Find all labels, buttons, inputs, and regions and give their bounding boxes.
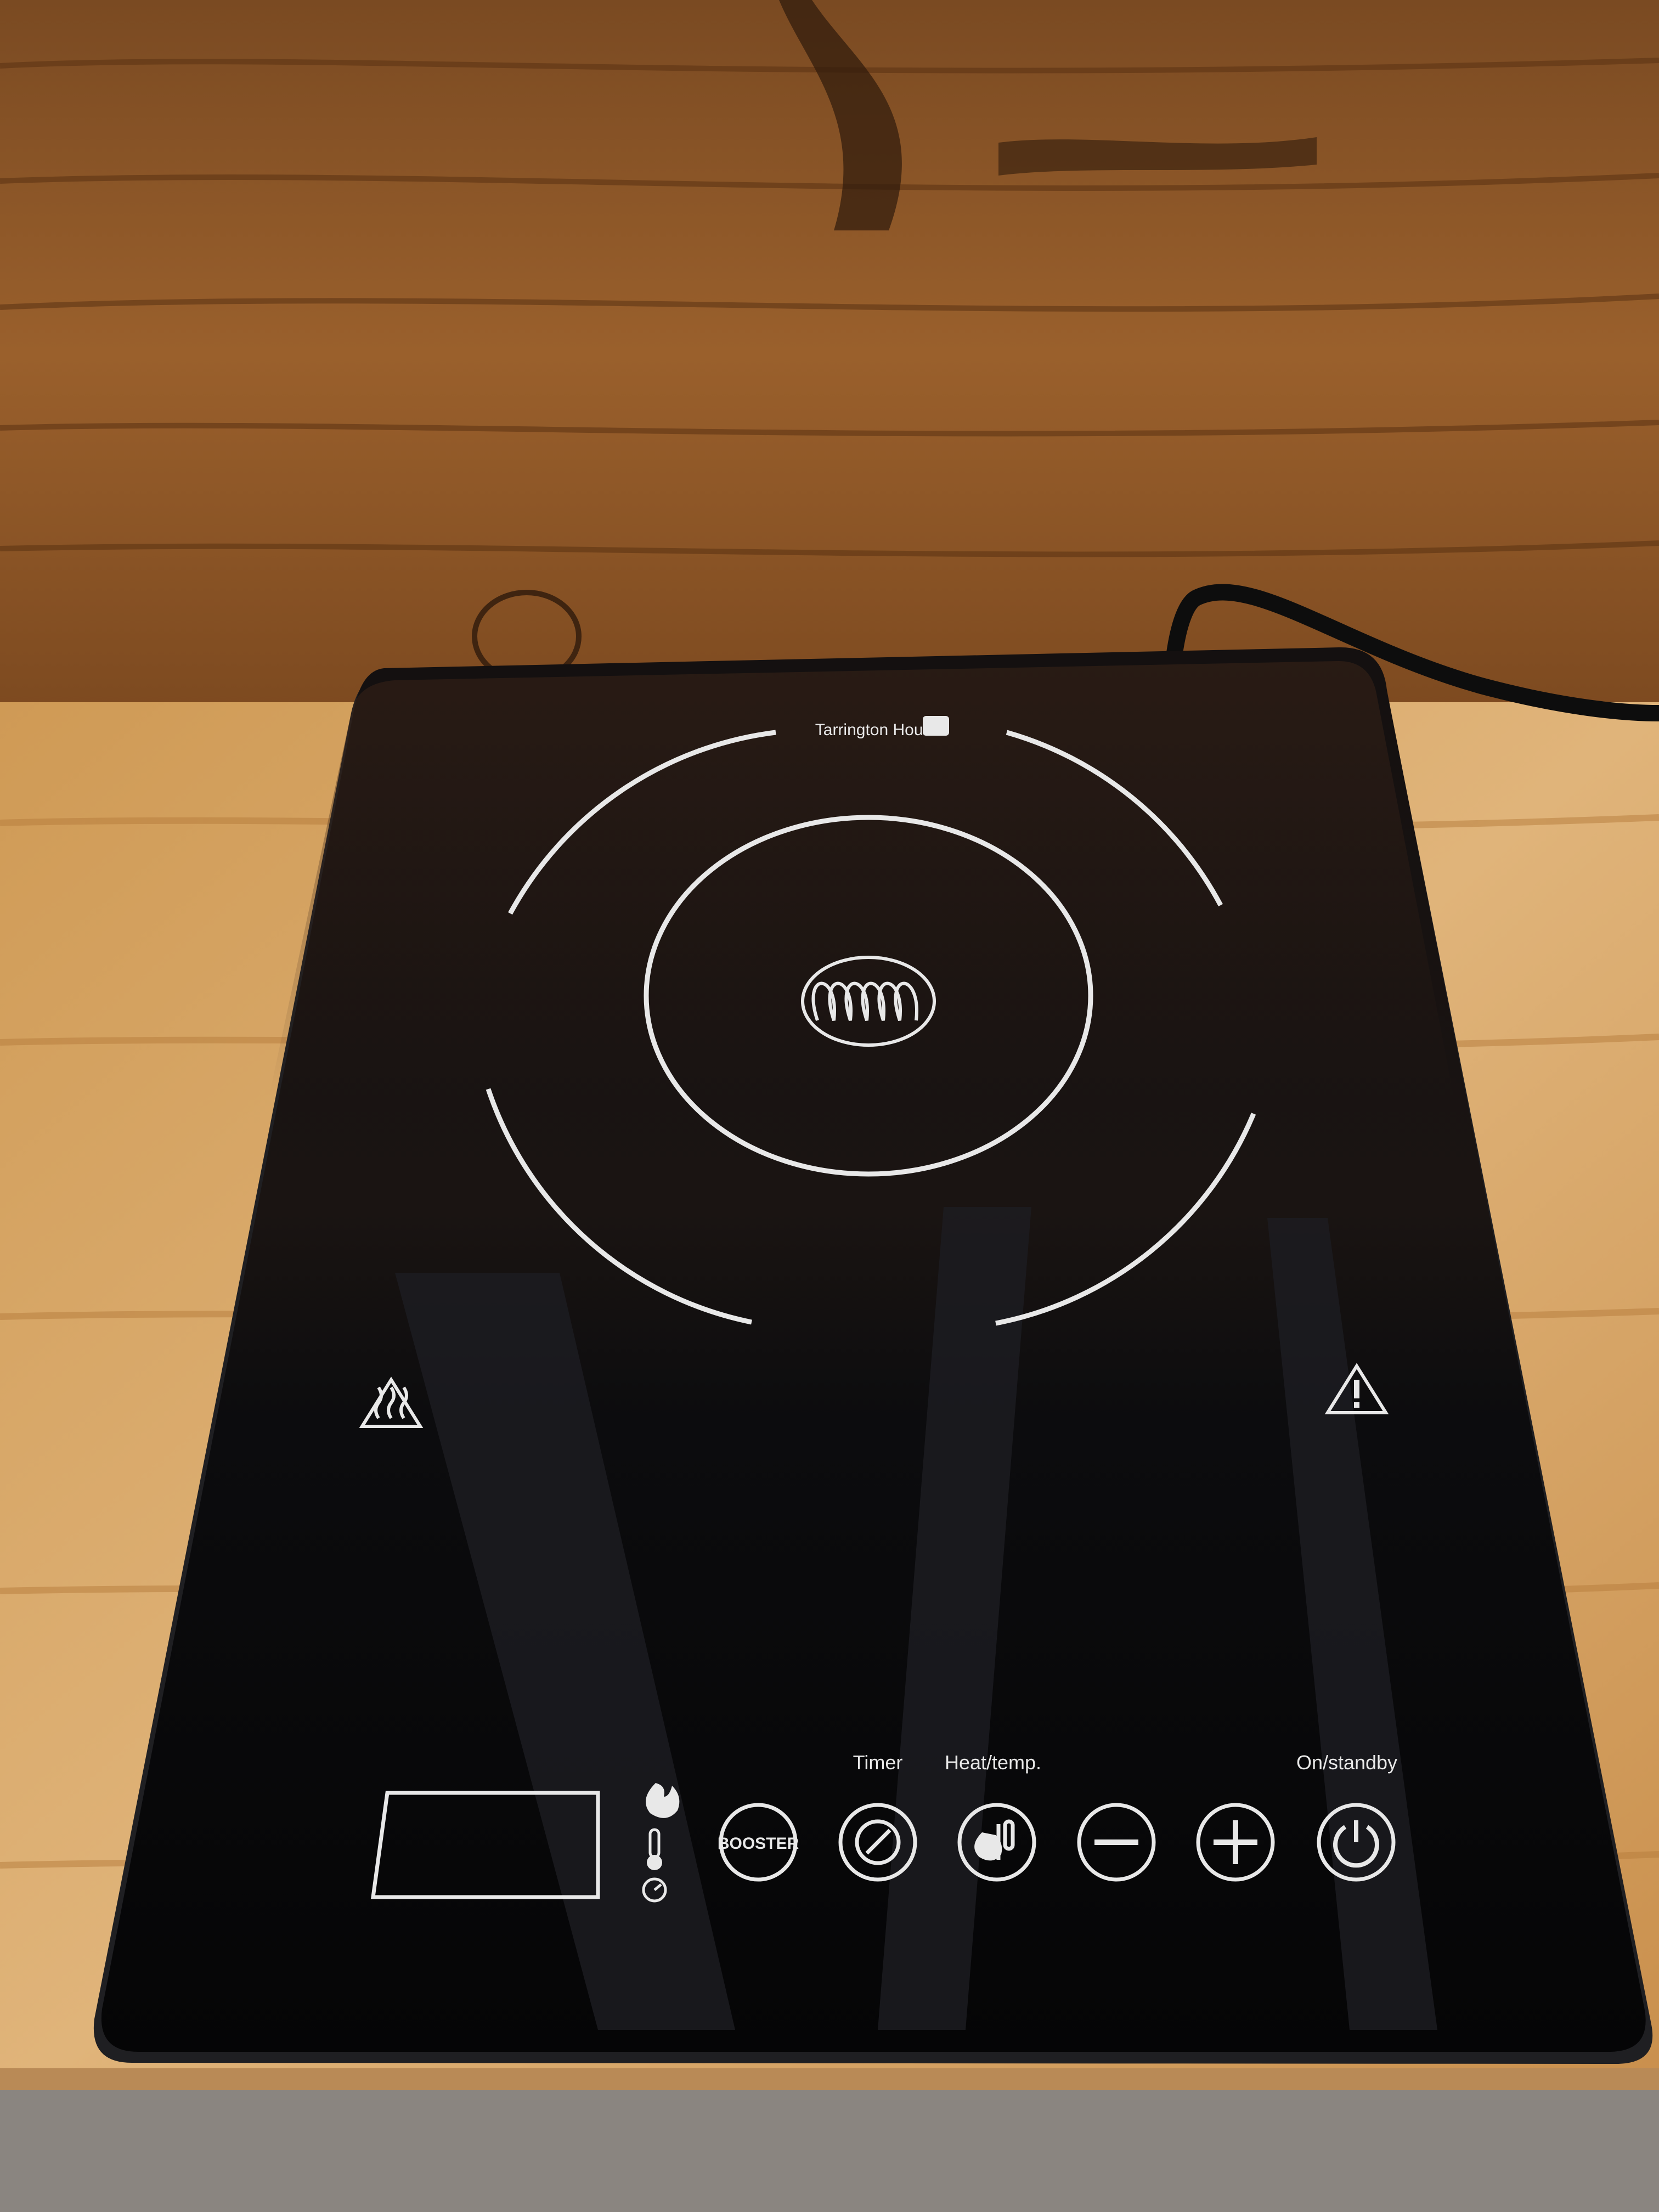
heat-temp-label: Heat/temp. xyxy=(945,1751,1041,1774)
floor xyxy=(0,2085,1659,2212)
brand-name: Tarrington House xyxy=(815,721,940,739)
wood-wall xyxy=(0,0,1659,708)
photo-scene: Tarrington House Timer Heat/temp. On/sta… xyxy=(0,0,1659,2212)
induction-cooktop: Tarrington House Timer Heat/temp. On/sta… xyxy=(93,647,1653,2064)
on-standby-label: On/standby xyxy=(1296,1751,1397,1774)
brand-logo-icon xyxy=(923,716,949,736)
booster-label: BOOSTER xyxy=(718,1835,799,1853)
timer-label: Timer xyxy=(853,1751,903,1774)
